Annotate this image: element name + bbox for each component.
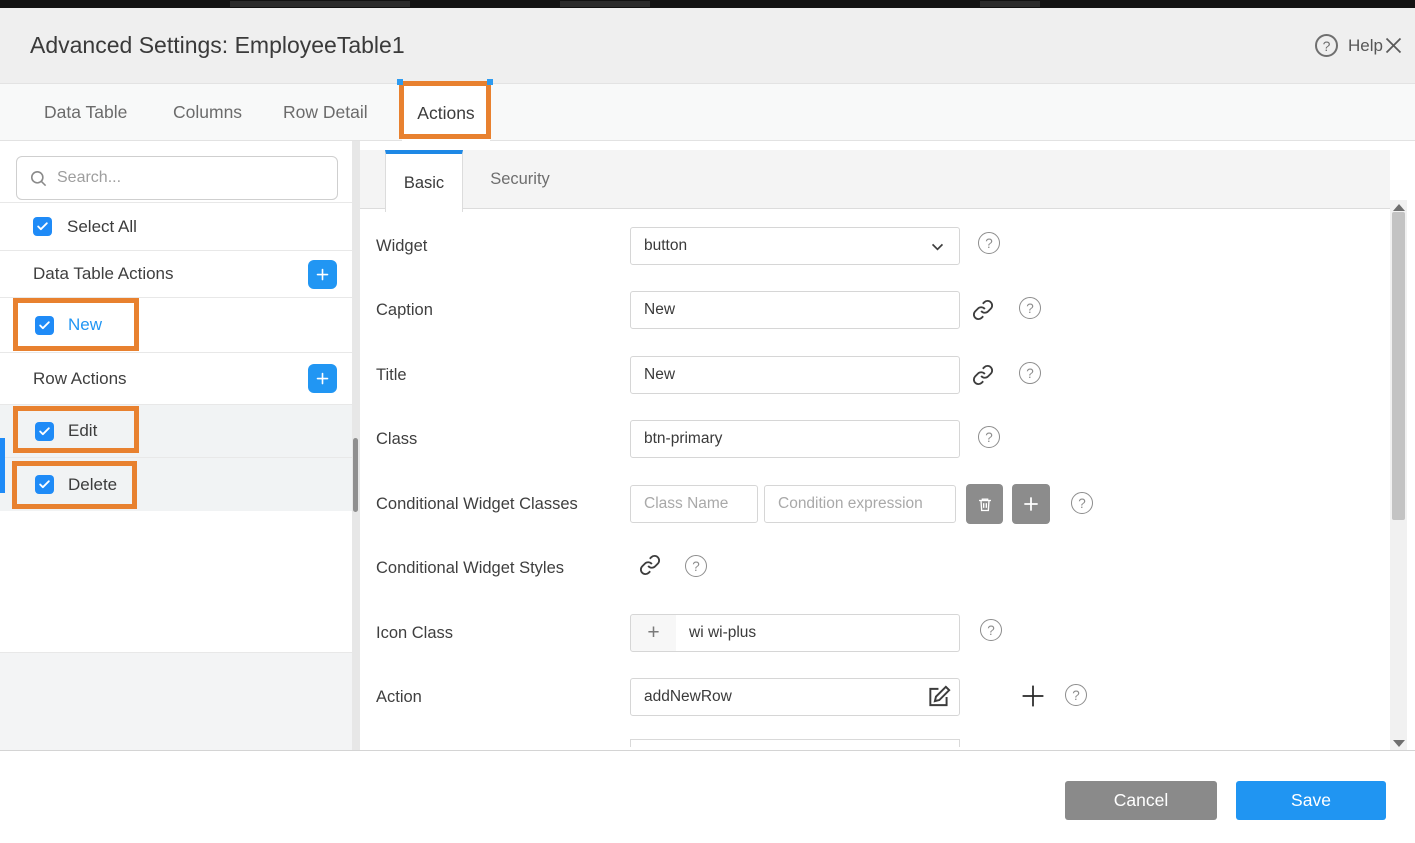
edit-label: Edit <box>68 421 97 441</box>
group-row-actions: Row Actions <box>0 352 352 404</box>
tab-basic[interactable]: Basic <box>385 150 463 212</box>
cancel-button[interactable]: Cancel <box>1065 781 1217 820</box>
chevron-down-icon <box>929 238 946 255</box>
search-input[interactable] <box>57 169 325 187</box>
title-bind-link-icon[interactable] <box>972 364 994 386</box>
group-data-table-actions: Data Table Actions <box>0 250 352 297</box>
obscured-content <box>980 1 1040 7</box>
conditional-class-add-button[interactable] <box>1012 484 1050 524</box>
tab-actions[interactable]: Actions <box>402 84 490 142</box>
select-all-label: Select All <box>67 217 137 237</box>
conditional-classes-label: Conditional Widget Classes <box>376 495 578 514</box>
help-button[interactable]: ? Help <box>1315 8 1383 83</box>
selected-item-indicator <box>0 438 5 493</box>
delete-label: Delete <box>68 475 117 495</box>
icon-picker-button[interactable]: + <box>630 614 677 652</box>
search-box <box>16 156 338 200</box>
select-all-checkbox[interactable] <box>33 217 52 236</box>
conditional-styles-bind-link-icon[interactable] <box>639 554 661 576</box>
panel-scrollbar-thumb[interactable] <box>1392 212 1405 520</box>
scroll-down-arrow[interactable] <box>1390 736 1407 750</box>
sidebar-scrollbar-thumb[interactable] <box>353 438 358 512</box>
new-label: New <box>68 315 102 335</box>
add-data-table-action-button[interactable] <box>308 260 337 289</box>
new-checkbox[interactable] <box>35 316 54 335</box>
widget-help-icon[interactable]: ? <box>978 232 1000 254</box>
close-icon[interactable] <box>1383 8 1415 83</box>
conditional-class-delete-button[interactable] <box>966 484 1003 524</box>
class-input[interactable] <box>630 420 960 458</box>
action-help-icon[interactable]: ? <box>1065 684 1087 706</box>
advanced-settings-modal: Advanced Settings: EmployeeTable1 ? Help… <box>0 0 1415 843</box>
caption-help-icon[interactable]: ? <box>1019 297 1041 319</box>
action-settings-panel: Basic Security Widget button ? Caption ?… <box>360 141 1390 750</box>
action-item-new[interactable]: New <box>0 297 352 352</box>
modal-header: Advanced Settings: EmployeeTable1 ? Help <box>0 8 1415 83</box>
icon-class-help-icon[interactable]: ? <box>980 619 1002 641</box>
title-label: Title <box>376 366 407 385</box>
modal-footer: Cancel Save <box>0 750 1415 843</box>
help-icon: ? <box>1315 34 1338 57</box>
delete-checkbox[interactable] <box>35 475 54 494</box>
action-label: Action <box>376 688 422 707</box>
trash-icon <box>977 496 993 513</box>
caption-bind-link-icon[interactable] <box>972 299 994 321</box>
conditional-styles-help-icon[interactable]: ? <box>685 555 707 577</box>
caption-label: Caption <box>376 301 433 320</box>
obscured-app-background <box>0 0 1415 8</box>
conditional-styles-label: Conditional Widget Styles <box>376 559 564 578</box>
add-row-action-button[interactable] <box>308 364 337 393</box>
help-label: Help <box>1348 36 1383 56</box>
action-item-delete[interactable]: Delete <box>0 457 352 511</box>
widget-label: Widget <box>376 237 427 256</box>
tab-data-table[interactable]: Data Table <box>44 84 127 141</box>
conditional-condition-input[interactable] <box>764 485 956 523</box>
modal-title: Advanced Settings: EmployeeTable1 <box>30 8 405 83</box>
icon-class-label: Icon Class <box>376 624 453 643</box>
select-all-row[interactable]: Select All <box>0 202 352 250</box>
class-help-icon[interactable]: ? <box>978 426 1000 448</box>
title-input[interactable] <box>630 356 960 394</box>
icon-class-input[interactable] <box>676 614 960 652</box>
widget-select-value: button <box>644 237 687 255</box>
group-label: Row Actions <box>33 369 127 389</box>
action-input[interactable] <box>630 678 960 716</box>
obscured-content <box>560 1 650 7</box>
conditional-classes-help-icon[interactable]: ? <box>1071 492 1093 514</box>
edit-checkbox[interactable] <box>35 422 54 441</box>
obscured-content <box>230 1 410 7</box>
annotation-handle <box>487 79 493 85</box>
tab-security[interactable]: Security <box>464 150 576 209</box>
add-action-icon[interactable] <box>1020 683 1046 709</box>
class-label: Class <box>376 430 417 449</box>
actions-sidebar: Select All Data Table Actions New Row Ac… <box>0 141 352 750</box>
tab-columns[interactable]: Columns <box>173 84 242 141</box>
widget-select[interactable]: button <box>630 227 960 265</box>
plus-icon <box>1022 495 1040 513</box>
caption-input[interactable] <box>630 291 960 329</box>
search-icon <box>29 169 48 188</box>
plus-icon <box>315 267 330 282</box>
edit-action-icon[interactable] <box>926 684 952 710</box>
save-button[interactable]: Save <box>1236 781 1386 820</box>
conditional-class-name-input[interactable] <box>630 485 758 523</box>
title-help-icon[interactable]: ? <box>1019 362 1041 384</box>
panel-tab-bar: Basic Security <box>360 150 1390 209</box>
partially-visible-field <box>630 739 960 747</box>
action-item-edit[interactable]: Edit <box>0 404 352 457</box>
plus-icon <box>315 371 330 386</box>
tab-row-detail[interactable]: Row Detail <box>283 84 368 141</box>
group-label: Data Table Actions <box>33 264 174 284</box>
annotation-handle <box>397 79 403 85</box>
main-tab-bar: Data Table Columns Row Detail Actions <box>0 83 1415 141</box>
